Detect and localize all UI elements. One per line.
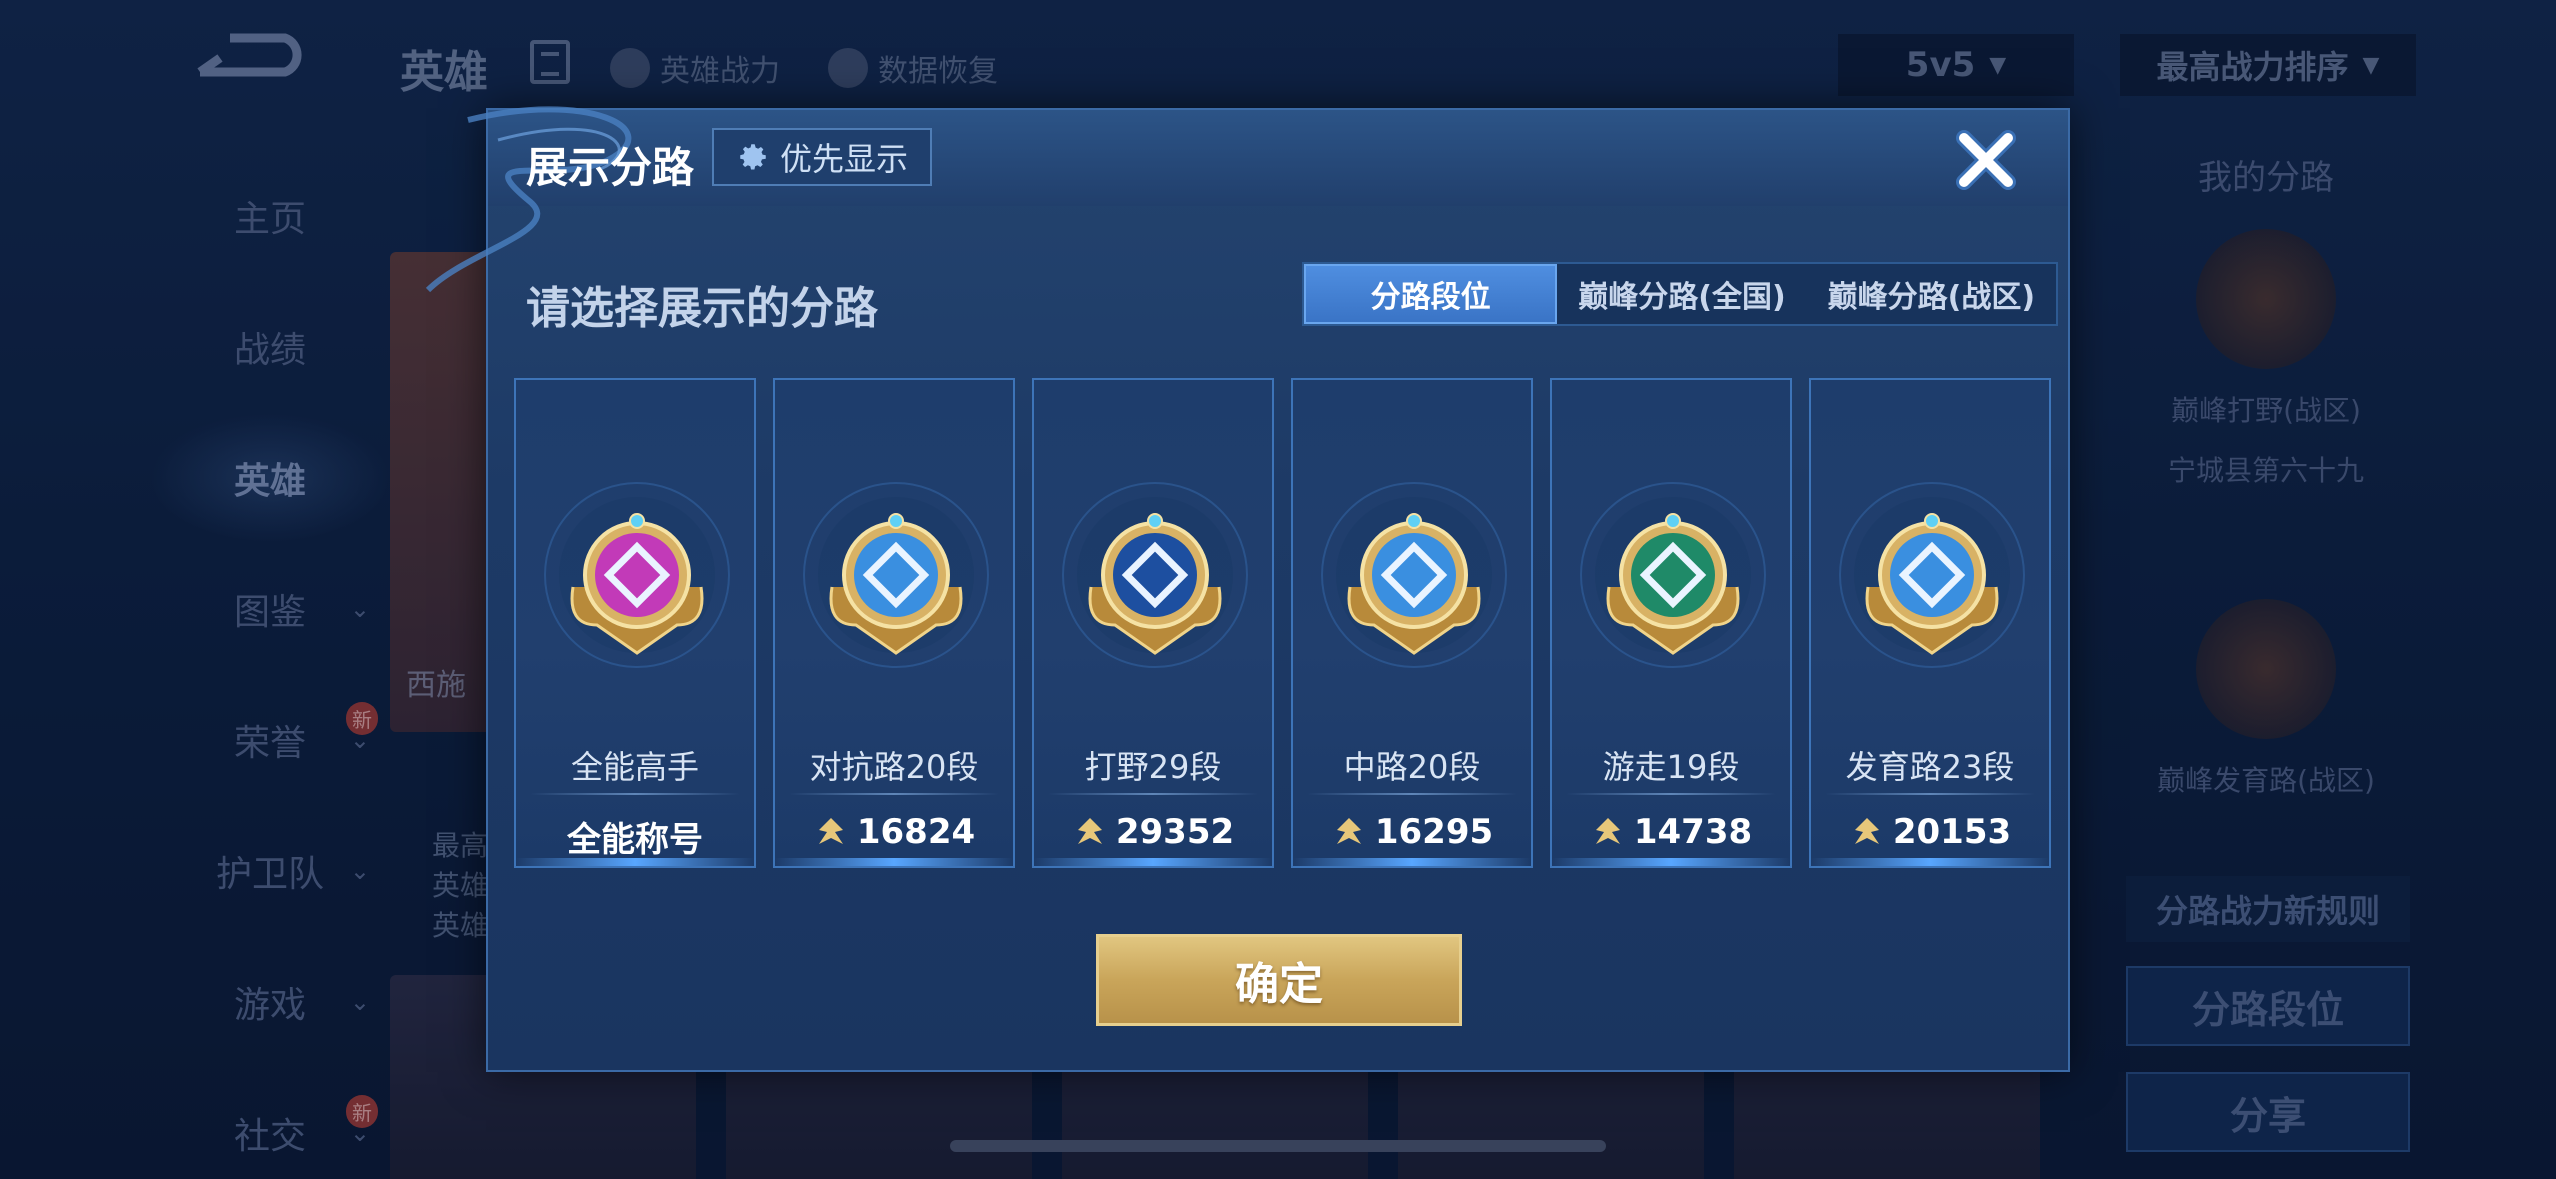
modal-title: 展示分路 <box>526 143 695 192</box>
lane-power-row: 20153 <box>1811 812 2049 852</box>
lane-power-value: 全能称号 <box>567 820 703 860</box>
lane-power-value: 14738 <box>1633 812 1753 852</box>
power-icon <box>1336 818 1361 844</box>
lane-power-row: 29352 <box>1034 812 1272 852</box>
card-divider <box>530 793 740 795</box>
priority-display-label: 优先显示 <box>779 140 908 178</box>
power-icon <box>1077 818 1102 844</box>
jungle-emblem-icon <box>1062 482 1248 668</box>
card-divider <box>789 793 999 795</box>
lane-rank-label: 对抗路20段 <box>809 748 979 786</box>
card-divider <box>1048 793 1258 795</box>
power-icon <box>818 818 843 844</box>
lane-power-value: 16824 <box>856 812 976 852</box>
card-divider <box>1307 793 1517 795</box>
lane-rank-label: 游走19段 <box>1602 748 1740 786</box>
lane-card[interactable]: 打野29段 29352 <box>1032 378 1274 868</box>
clash-lane-emblem-icon <box>803 482 989 668</box>
confirm-button[interactable]: 确定 <box>1096 934 1462 1026</box>
lane-card[interactable]: 中路20段 16295 <box>1291 378 1533 868</box>
lane-power-row: 全能称号 <box>516 812 754 861</box>
tab-lane-segment[interactable]: 分路段位 <box>1304 264 1558 324</box>
lane-cards: 全能高手 全能称号 对抗路20段 16824 打野29段 29352 中路20段 16295 游… <box>514 378 2051 868</box>
lane-rank-label: 全能高手 <box>570 748 699 786</box>
power-icon <box>1854 818 1879 844</box>
lane-power-value: 20153 <box>1892 812 2012 852</box>
lane-tabs: 分路段位 巅峰分路(全国) 巅峰分路(战区) <box>1302 262 2058 326</box>
lane-display-modal: 展示分路 优先显示 请选择展示的分路 分路段位 巅峰分路(全国) 巅峰分路(战区… <box>425 106 2070 1072</box>
lane-card[interactable]: 发育路23段 20153 <box>1809 378 2051 868</box>
lane-rank-label: 发育路23段 <box>1845 748 2015 786</box>
select-lane-prompt: 请选择展示的分路 <box>526 283 878 334</box>
allround-emblem-icon <box>544 482 730 668</box>
mid-lane-emblem-icon <box>1321 482 1507 668</box>
lane-power-value: 29352 <box>1115 812 1235 852</box>
lane-card[interactable]: 游走19段 14738 <box>1550 378 1792 868</box>
tab-peak-national[interactable]: 巅峰分路(全国) <box>1557 264 1806 324</box>
lane-power-row: 16824 <box>775 812 1013 852</box>
power-icon <box>1595 818 1620 844</box>
lane-power-row: 14738 <box>1552 812 1790 852</box>
lane-card[interactable]: 全能高手 全能称号 <box>514 378 756 868</box>
card-divider <box>1825 793 2035 795</box>
lane-power-value: 16295 <box>1374 812 1494 852</box>
roam-emblem-icon <box>1580 482 1766 668</box>
farm-lane-emblem-icon <box>1839 482 2025 668</box>
card-divider <box>1566 793 1776 795</box>
close-button[interactable] <box>1950 124 2022 196</box>
lane-rank-label: 打野29段 <box>1084 748 1222 786</box>
lane-power-row: 16295 <box>1293 812 1531 852</box>
lane-card[interactable]: 对抗路20段 16824 <box>773 378 1015 868</box>
close-icon <box>1956 130 2016 190</box>
gear-icon <box>740 144 766 170</box>
tab-peak-region[interactable]: 巅峰分路(战区) <box>1807 264 2056 324</box>
priority-display-button[interactable]: 优先显示 <box>712 128 932 186</box>
lane-rank-label: 中路20段 <box>1343 748 1481 786</box>
